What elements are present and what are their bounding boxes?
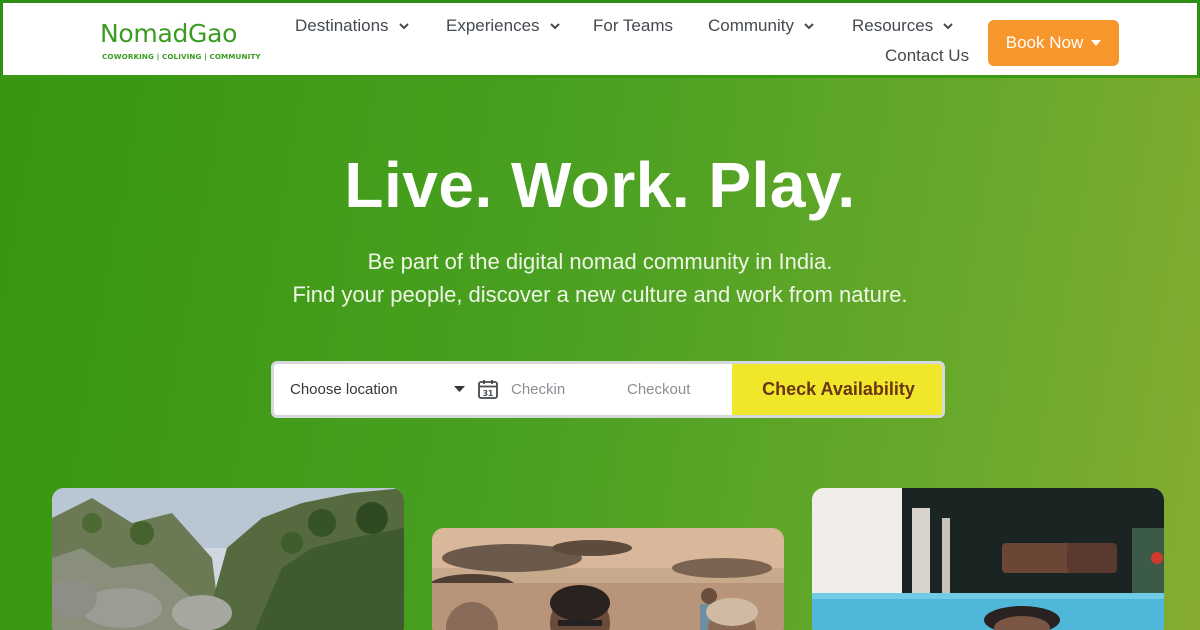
hero-subtitle-line-1: Be part of the digital nomad community i… [367,249,833,274]
nav-label: Destinations [295,16,389,35]
calendar-icon[interactable]: 31 [477,378,499,400]
caret-down-icon[interactable] [454,386,465,392]
nav-label: Experiences [446,16,540,35]
location-select[interactable]: Choose location [290,381,398,398]
book-now-button[interactable]: Book Now [988,20,1119,66]
site-header: NomadGao COWORKING | COLIVING | COMMUNIT… [0,0,1200,78]
nav-for-teams[interactable]: For Teams [593,16,673,36]
caret-down-icon [1091,40,1102,46]
nomadgao-logo[interactable]: NomadGao COWORKING | COLIVING | COMMUNIT… [100,19,261,65]
chevron-down-icon [804,22,814,29]
pool-villa-image [812,488,1164,630]
check-availability-button[interactable]: Check Availability [732,364,942,415]
hero-section: Live. Work. Play. Be part of the digital… [0,78,1200,630]
chevron-down-icon [943,22,953,29]
nav-resources[interactable]: Resources [852,16,953,36]
nav-label: For Teams [593,16,673,35]
nav-label: Community [708,16,794,35]
nav-contact-us[interactable]: Contact Us [885,46,969,66]
svg-text:31: 31 [483,389,493,398]
pool-villa-photo[interactable] [812,488,1164,630]
nav-label: Resources [852,16,934,35]
availability-search-bar: Choose location 31 Checkin Checkout Chec… [271,361,945,418]
beach-selfie-image [432,528,784,630]
hero-title: Live. Work. Play. [344,149,856,221]
chevron-down-icon [398,22,409,29]
nav-community[interactable]: Community [708,16,814,36]
beach-selfie-photo[interactable] [432,528,784,630]
chevron-down-icon [549,22,560,29]
brand-tagline: COWORKING | COLIVING | COMMUNITY [102,52,261,61]
nav-experiences[interactable]: Experiences [446,16,560,36]
brand-name: NomadGao [100,19,238,48]
nav-destinations[interactable]: Destinations [295,16,409,36]
hero-subtitle-line-2: Find your people, discover a new culture… [292,282,908,307]
nav-label: Contact Us [885,46,970,65]
book-now-label: Book Now [1005,33,1084,52]
mountain-valley-image [52,488,404,630]
checkin-field[interactable]: Checkin [511,381,565,398]
checkout-field[interactable]: Checkout [627,381,690,398]
mountain-valley-photo[interactable] [52,488,404,630]
